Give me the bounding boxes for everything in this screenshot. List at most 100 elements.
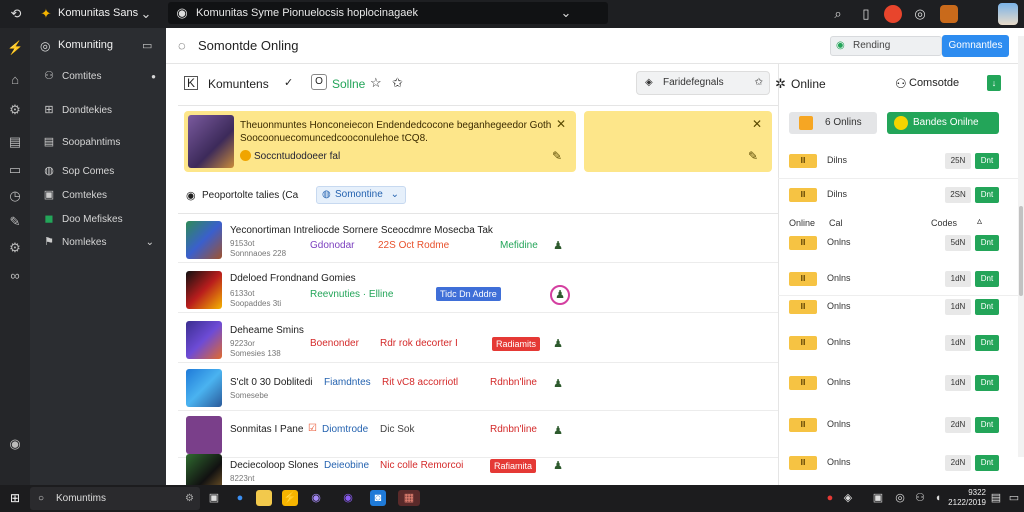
sidebar-item-nomlekes[interactable]: ⚑ Nomlekes ⌄: [38, 232, 162, 254]
row-tag[interactable]: Reevnuties · Elline: [310, 289, 393, 300]
sidebar-item-sop-comes[interactable]: ◍ Sop Comes: [38, 161, 162, 183]
clock[interactable]: 9322 2122/2019: [946, 488, 986, 508]
browser-icon[interactable]: ◉: [308, 490, 324, 506]
chat-icon[interactable]: ▣: [870, 490, 886, 506]
extension-icon[interactable]: [940, 5, 958, 23]
wand-icon[interactable]: ✎: [748, 149, 758, 163]
panel-icon[interactable]: ▭: [142, 39, 152, 52]
row-tag-3[interactable]: Mefidine: [500, 240, 538, 251]
desktop-icon[interactable]: ▭: [1006, 490, 1022, 506]
filter-select[interactable]: ◍ Somontine ⌄: [316, 186, 406, 204]
status-pill[interactable]: Dnt: [975, 335, 999, 351]
close-icon[interactable]: ✕: [556, 117, 566, 131]
status-pill[interactable]: Dnt: [975, 187, 999, 203]
online-row[interactable]: Ⅲ Onlns 5dN Dnt: [789, 234, 1015, 254]
globe-icon[interactable]: ◎: [912, 6, 928, 22]
online-count-button[interactable]: 6 Onlins: [789, 112, 877, 134]
book-icon[interactable]: ▤: [7, 134, 23, 150]
chevron-down-icon[interactable]: ⌄: [138, 6, 154, 22]
sidebar-item-soopahntims[interactable]: ▤ Soopahntims: [38, 132, 162, 154]
search-icon[interactable]: ⌕: [830, 6, 846, 22]
online-row[interactable]: Ⅲ Dilns 2SN Dnt: [789, 186, 1015, 206]
add-icon[interactable]: ↓: [987, 75, 1001, 91]
cortana-icon[interactable]: ●: [232, 490, 248, 506]
notification-icon[interactable]: ▤: [988, 490, 1004, 506]
row-tag-3[interactable]: Rdnbn'line: [490, 424, 537, 435]
online-row[interactable]: Ⅲ Onlns 2dN Dnt: [789, 454, 1015, 474]
search-input[interactable]: ◉ Rending: [830, 36, 942, 56]
tab-komuntens[interactable]: Komuntens: [208, 77, 269, 91]
sparkle-icon[interactable]: ✩: [392, 75, 403, 91]
row-tag[interactable]: Diomtrode: [322, 424, 368, 435]
sidebar-item-comtekes[interactable]: ▣ Comtekes: [38, 185, 162, 207]
online-row[interactable]: Ⅲ Onlns 1dN Dnt: [789, 270, 1015, 290]
link-icon[interactable]: ∞: [7, 268, 23, 284]
window-icon[interactable]: ▭: [7, 162, 23, 178]
discord-icon[interactable]: ◉: [340, 490, 356, 506]
record-icon[interactable]: [884, 5, 902, 23]
address-bar[interactable]: ◉ Komunitas Syme Pionuelocsis hoplocinag…: [168, 2, 608, 24]
status-pill[interactable]: Dnt: [975, 299, 999, 315]
eye-icon[interactable]: ◎: [892, 490, 908, 506]
windows-icon[interactable]: ⊞: [7, 490, 23, 506]
task-view-icon[interactable]: ▣: [206, 490, 222, 506]
back-icon[interactable]: ⟲: [8, 6, 24, 22]
sidebar-item-dondtekies[interactable]: ⊞ Dondtekies: [38, 100, 162, 122]
radio-icon[interactable]: ◉: [186, 189, 196, 202]
chevron-down-icon[interactable]: ⌄: [558, 5, 574, 21]
folder-icon[interactable]: [256, 490, 272, 506]
close-icon[interactable]: ✕: [752, 117, 762, 131]
row-tag[interactable]: Boenonder: [310, 338, 359, 349]
scrollbar-thumb[interactable]: [1019, 206, 1023, 296]
online-row[interactable]: Ⅲ Onlns 2dN Dnt: [789, 416, 1015, 436]
wand-icon[interactable]: ✎: [552, 149, 562, 163]
active-app-icon[interactable]: ▦: [398, 490, 420, 506]
settings-icon[interactable]: ⚙: [7, 240, 23, 256]
tab-sollne[interactable]: Sollne: [332, 77, 365, 91]
lightning-icon[interactable]: ⚡: [7, 40, 23, 56]
status-pill[interactable]: Dnt: [975, 271, 999, 287]
status-pill[interactable]: Dnt: [975, 235, 999, 251]
bookmark-icon[interactable]: ▯: [858, 6, 874, 22]
row-tag[interactable]: Fiamdntes: [324, 377, 371, 388]
sort-icon[interactable]: ▵: [977, 216, 982, 227]
sidebar-item-comtites[interactable]: ⚇ Comtites ●: [38, 66, 162, 88]
scrollbar[interactable]: [1018, 36, 1024, 457]
app-icon[interactable]: ⚡: [282, 490, 298, 506]
brush-icon[interactable]: ✎: [7, 214, 23, 230]
store-icon[interactable]: ◙: [370, 490, 386, 506]
nodes-icon[interactable]: ⚙: [7, 102, 23, 118]
check-icon[interactable]: ✓: [284, 76, 293, 89]
table-row[interactable]: S'clt 0 30 Doblitedi Somesebe Fiamdntes …: [178, 363, 778, 411]
clock-icon[interactable]: ◷: [7, 188, 23, 204]
table-row[interactable]: Deheame Smins 9223or Somesies 138 Boenon…: [178, 315, 778, 363]
filter-chip[interactable]: ◈ Faridefegnals ✩: [636, 71, 770, 95]
row-tag[interactable]: Gdonodar: [310, 240, 354, 251]
online-row[interactable]: Ⅲ Dilns 25N Dnt: [789, 152, 1015, 172]
online-row[interactable]: Ⅲ Onlns 1dN Dnt: [789, 334, 1015, 354]
taskbar-search[interactable]: ○ Komuntims ⚙: [30, 487, 200, 510]
chevron-down-icon[interactable]: ⌄: [146, 232, 154, 254]
primary-button[interactable]: Gomnantles: [942, 35, 1009, 57]
check-icon[interactable]: ☑: [308, 423, 317, 434]
row-tag[interactable]: Deieobine: [324, 460, 369, 471]
star-icon[interactable]: ☆: [370, 75, 382, 91]
record-icon[interactable]: ●: [822, 490, 838, 506]
status-pill[interactable]: Dnt: [975, 153, 999, 169]
volume-icon[interactable]: ◖: [930, 490, 946, 506]
o-icon[interactable]: O: [311, 74, 327, 90]
status-icon[interactable]: ◉: [7, 436, 23, 452]
online-row[interactable]: Ⅲ Onlns 1dN Dnt: [789, 374, 1015, 394]
table-row[interactable]: Ddeloed Frondnand Gomies 6133ot Soopadde…: [178, 265, 778, 313]
status-pill[interactable]: Dnt: [975, 417, 999, 433]
home-icon[interactable]: ⌂: [7, 72, 23, 88]
banner-link[interactable]: Soccntudodoeer fal: [254, 151, 340, 162]
sidebar-item-doo-mefiskes[interactable]: ◼ Doo Mefiskes: [38, 209, 162, 231]
table-row[interactable]: Yeconortiman Intreliocde Sornere Sceocdm…: [178, 215, 778, 263]
status-pill[interactable]: Dnt: [975, 375, 999, 391]
avatar-icon[interactable]: [998, 3, 1018, 25]
status-pill[interactable]: Dnt: [975, 455, 999, 471]
shield-icon[interactable]: ◈: [840, 490, 856, 506]
join-button[interactable]: Bandes Onilne: [887, 112, 999, 134]
network-icon[interactable]: ⚇: [912, 490, 928, 506]
